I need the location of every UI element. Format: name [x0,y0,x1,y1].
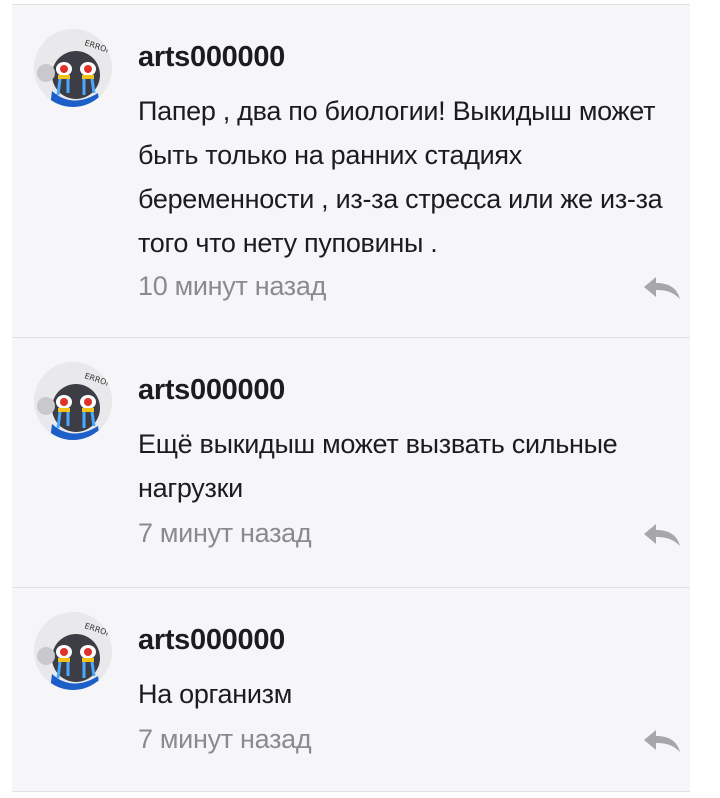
avatar[interactable]: ERROR [34,29,112,107]
comment-timestamp: 7 минут назад [138,518,312,548]
comment-username[interactable]: arts000000 [138,374,285,407]
comment-text: На организм [138,679,292,709]
comment-text: Ещё выкидыш может вызвать сильные нагруз… [138,429,618,503]
cartoon-avatar-icon: ERROR [34,362,112,440]
cartoon-avatar-icon: ERROR [34,29,112,107]
cartoon-avatar-icon: ERROR [34,612,112,690]
comment-username[interactable]: arts000000 [138,624,285,657]
comment-item: ERROR arts000000 Ещё выкидыш может вызва… [12,337,690,587]
reply-arrow-icon[interactable] [640,520,684,548]
avatar[interactable]: ERROR [34,612,112,690]
comment-list: ERROR arts000000 Папер , два по биологии… [12,4,690,792]
comment-timestamp: 10 минут назад [138,271,327,301]
comment-item: ERROR arts000000 Папер , два по биологии… [12,4,690,337]
avatar[interactable]: ERROR [34,362,112,440]
comment-text: Папер , два по биологии! Выкидыш может б… [138,96,663,258]
reply-arrow-icon[interactable] [640,726,684,754]
comment-username[interactable]: arts000000 [138,41,285,74]
reply-arrow-icon[interactable] [640,273,684,301]
comment-timestamp: 7 минут назад [138,724,312,754]
comment-item: ERROR arts000000 На организм 7 минут наз… [12,587,690,792]
